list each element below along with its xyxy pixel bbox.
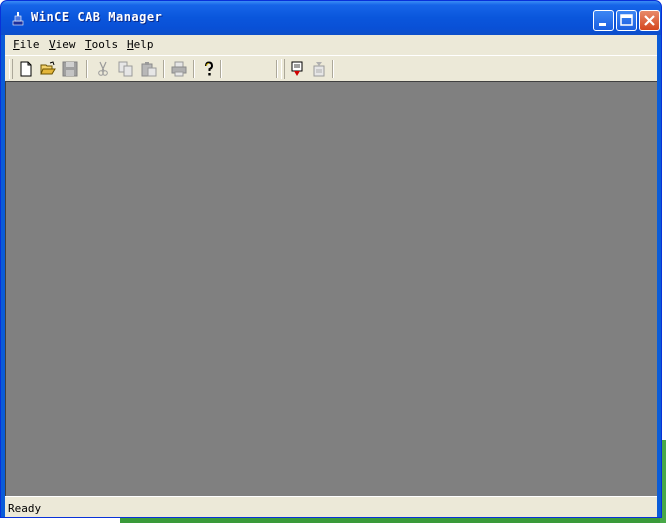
- menu-help[interactable]: Help: [127, 38, 154, 51]
- toolbar: [5, 55, 657, 83]
- maximize-button[interactable]: [616, 10, 637, 31]
- toolbar-separator: [193, 60, 195, 78]
- app-window: WinCE CAB Manager File View Tools Help R…: [0, 0, 662, 518]
- cab-manager-icon: [11, 11, 25, 26]
- toolbar-separator: [332, 60, 334, 78]
- menu-help-accel: H: [127, 38, 134, 51]
- print-button[interactable]: [169, 59, 189, 79]
- copy-button[interactable]: [116, 59, 136, 79]
- new-button[interactable]: [16, 59, 36, 79]
- toolbar-separator: [220, 60, 222, 78]
- copy-icon: [118, 61, 133, 77]
- minimize-icon: [599, 23, 606, 26]
- close-button[interactable]: [639, 10, 660, 31]
- open-button[interactable]: [38, 59, 58, 79]
- paste-button[interactable]: [139, 59, 159, 79]
- toolbar-grip[interactable]: [9, 59, 13, 79]
- window-title: WinCE CAB Manager: [31, 10, 163, 24]
- menu-view-label: iew: [55, 38, 76, 51]
- toolbar-separator: [276, 60, 278, 78]
- extract-file-icon: [313, 62, 325, 77]
- mdi-workspace[interactable]: [5, 81, 657, 496]
- menu-file-accel: F: [13, 38, 20, 51]
- print-icon: [171, 61, 187, 77]
- menu-tools-accel: T: [85, 38, 92, 51]
- toolbar-separator: [163, 60, 165, 78]
- close-icon: [644, 15, 655, 26]
- menu-view[interactable]: View: [49, 38, 76, 51]
- extract-file-button[interactable]: [309, 59, 329, 79]
- help-icon: [205, 61, 214, 76]
- toolbar-separator: [86, 60, 88, 78]
- save-icon: [62, 61, 78, 77]
- menu-file-label: ile: [19, 38, 40, 51]
- new-file-icon: [20, 61, 32, 77]
- cut-button[interactable]: [93, 59, 113, 79]
- title-bar[interactable]: WinCE CAB Manager: [1, 1, 661, 35]
- status-text: Ready: [8, 502, 42, 515]
- menu-tools[interactable]: Tools: [85, 38, 118, 51]
- menu-help-label: elp: [133, 38, 154, 51]
- paste-icon: [141, 62, 157, 77]
- toolbar-grip[interactable]: [281, 59, 285, 79]
- menu-file[interactable]: File: [13, 38, 40, 51]
- client-area: File View Tools Help Ready: [5, 35, 657, 517]
- status-bar: Ready: [5, 496, 657, 517]
- menu-bar: File View Tools Help: [5, 35, 657, 55]
- insert-file-button[interactable]: [287, 59, 307, 79]
- minimize-button[interactable]: [593, 10, 614, 31]
- cut-icon: [98, 61, 108, 76]
- help-button[interactable]: [199, 59, 219, 79]
- menu-view-accel: V: [49, 38, 56, 51]
- open-folder-icon: [40, 61, 56, 75]
- insert-file-icon: [291, 61, 303, 76]
- maximize-icon: [620, 14, 633, 26]
- menu-tools-label: ools: [91, 38, 119, 51]
- save-button[interactable]: [60, 59, 80, 79]
